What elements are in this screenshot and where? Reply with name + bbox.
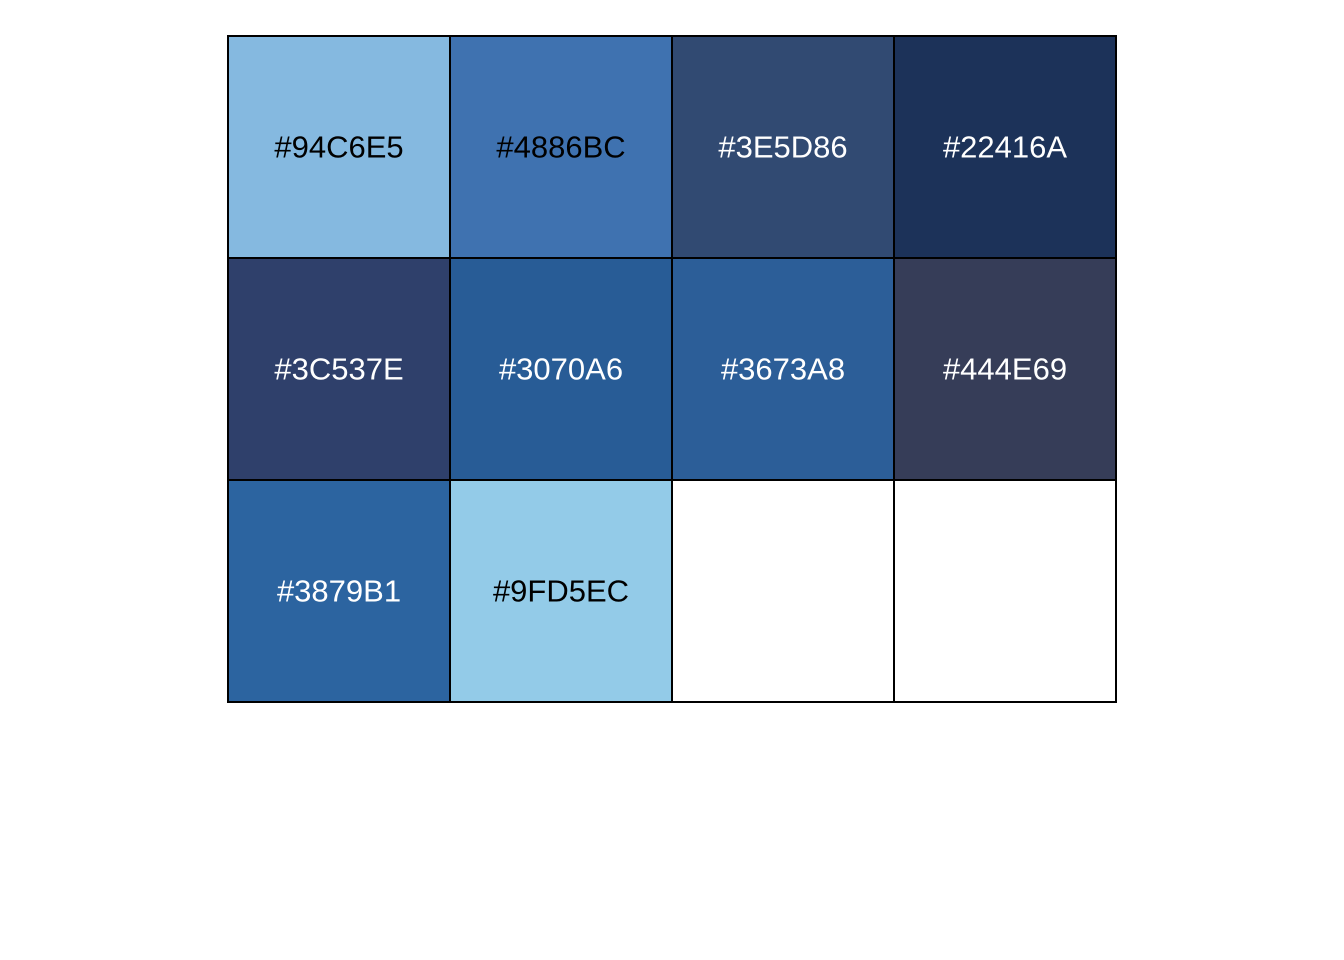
swatch-label: #9FD5EC [493, 574, 629, 609]
swatch-cell: #3070A6 [449, 257, 673, 481]
swatch-cell: #3E5D86 [671, 35, 895, 259]
swatch-label: #3879B1 [277, 574, 401, 609]
swatch-cell: #4886BC [449, 35, 673, 259]
swatch-label: #3070A6 [499, 352, 623, 387]
swatch-cell [893, 479, 1117, 703]
swatch-label: #94C6E5 [274, 130, 403, 165]
swatch-cell: #94C6E5 [227, 35, 451, 259]
swatch-label: #3E5D86 [718, 130, 847, 165]
swatch-rect [893, 479, 1117, 703]
swatch-cell: #3C537E [227, 257, 451, 481]
swatch-label: #3C537E [274, 352, 403, 387]
swatch-cell [671, 479, 895, 703]
swatch-cell: #22416A [893, 35, 1117, 259]
swatch-rect [671, 479, 895, 703]
swatch-cell: #3673A8 [671, 257, 895, 481]
swatch-label: #4886BC [496, 130, 625, 165]
swatch-label: #444E69 [943, 352, 1067, 387]
swatch-cell: #3879B1 [227, 479, 451, 703]
swatch-label: #22416A [943, 130, 1067, 165]
swatch-label: #3673A8 [721, 352, 845, 387]
palette-grid: #94C6E5 #4886BC #3E5D86 #22416A #3C537E #3070… [227, 35, 1117, 703]
swatch-cell: #9FD5EC [449, 479, 673, 703]
swatch-cell: #444E69 [893, 257, 1117, 481]
